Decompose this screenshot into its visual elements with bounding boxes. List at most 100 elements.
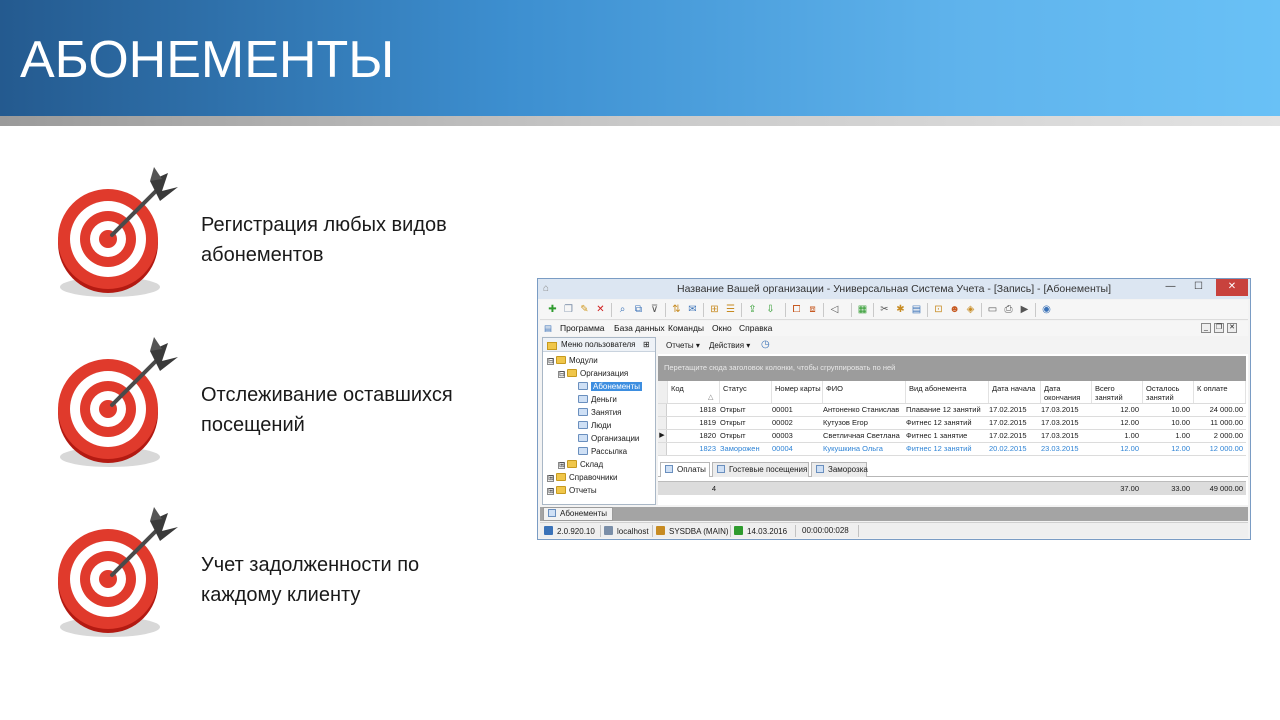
- close-button[interactable]: ✕: [1216, 279, 1248, 296]
- pin-icon[interactable]: ⊞: [643, 340, 650, 349]
- find-next-icon[interactable]: ⧉: [632, 303, 645, 316]
- column-header[interactable]: Всего занятий: [1092, 381, 1143, 403]
- tools-icon[interactable]: ✂: [878, 303, 891, 316]
- column-header[interactable]: Вид абонемента: [906, 381, 989, 403]
- cell-code: 1823: [699, 444, 716, 453]
- lock-icon[interactable]: ⊡: [932, 303, 945, 316]
- table-row[interactable]: 1819 Открыт 00002 Кутузов Егор Фитнес 12…: [658, 416, 1246, 429]
- edit-icon[interactable]: ✎: [578, 303, 591, 316]
- expander-icon[interactable]: ⊞: [547, 475, 554, 482]
- sort-icon[interactable]: ⇅: [670, 303, 683, 316]
- document-tab-bar: Абонементы: [540, 507, 1248, 521]
- expander-icon[interactable]: ⊞: [558, 462, 565, 469]
- open-icon[interactable]: ⧠: [790, 303, 803, 316]
- column-header[interactable]: Статус: [720, 381, 772, 403]
- grid-footer: 4 37.00 33.00 49 000.00: [658, 481, 1246, 495]
- group-by-area[interactable]: Перетащите сюда заголовок колонки, чтобы…: [658, 356, 1246, 381]
- column-header[interactable]: ФИО: [823, 381, 906, 403]
- current-row-indicator: ▶: [658, 430, 667, 442]
- window-titlebar: ⌂ Название Вашей организации - Универсал…: [538, 279, 1250, 299]
- menu-bar: ▤ Программа База данных Команды Окно Спр…: [540, 321, 1248, 336]
- user-menu-header: Меню пользователя ⊞: [543, 338, 655, 352]
- tree-node-modules[interactable]: Модули: [556, 355, 598, 367]
- status-user: SYSDBA (MAIN): [656, 526, 729, 536]
- tree-icon[interactable]: ⊞: [708, 303, 721, 316]
- column-header[interactable]: Дата начала: [989, 381, 1041, 403]
- column-header[interactable]: Дата окончания: [1041, 381, 1092, 403]
- menu-program[interactable]: Программа: [560, 323, 605, 333]
- cell-type: Фитнес 12 занятий: [906, 418, 972, 427]
- maximize-button[interactable]: ☐: [1185, 279, 1212, 296]
- user-menu-panel: Меню пользователя ⊞ ⊟ Модули ⊟ Организац…: [542, 337, 656, 505]
- menu-help[interactable]: Справка: [739, 323, 772, 333]
- table-icon[interactable]: ▦: [856, 303, 869, 316]
- menu-commands[interactable]: Команды: [668, 323, 704, 333]
- database-icon[interactable]: ◉: [1040, 303, 1053, 316]
- export-icon[interactable]: ⇪: [746, 303, 759, 316]
- import-icon[interactable]: ⇩: [764, 303, 777, 316]
- users-icon[interactable]: ☻: [948, 303, 961, 316]
- table-row[interactable]: ▶ 1820 Открыт 00003 Светличная Светлана …: [658, 429, 1246, 442]
- document-icon: [578, 395, 588, 403]
- cell-card: 00003: [772, 431, 793, 440]
- menu-database[interactable]: База данных: [614, 323, 665, 333]
- tree-node-people[interactable]: Люди: [578, 420, 611, 432]
- status-host: localhost: [604, 526, 649, 536]
- tree-node-organizations[interactable]: Организации: [578, 433, 639, 445]
- document-icon: [578, 382, 588, 390]
- cell-remaining: 10.00: [1171, 405, 1190, 414]
- copy-icon[interactable]: ❐: [562, 303, 575, 316]
- mdi-restore-button[interactable]: ❐: [1214, 323, 1224, 333]
- tree-node-subscriptions[interactable]: Абонементы: [578, 381, 643, 393]
- refresh-icon[interactable]: ◷: [761, 339, 770, 350]
- table-row[interactable]: 1818 Открыт 00001 Антоненко Станислав Пл…: [658, 403, 1246, 416]
- money-icon[interactable]: ◈: [964, 303, 977, 316]
- tree-node-money[interactable]: Деньги: [578, 394, 617, 406]
- calendar-icon[interactable]: ▭: [986, 303, 999, 316]
- comment-icon[interactable]: ✉: [686, 303, 699, 316]
- mdi-close-button[interactable]: ✕: [1227, 323, 1237, 333]
- expander-icon[interactable]: ⊟: [558, 371, 565, 378]
- tree-node-classes[interactable]: Занятия: [578, 407, 622, 419]
- minimize-button[interactable]: —: [1157, 279, 1184, 296]
- delete-icon[interactable]: ✕: [594, 303, 607, 316]
- window-icon[interactable]: ⧈: [806, 303, 819, 316]
- column-header[interactable]: Номер карты: [772, 381, 823, 403]
- bullet-item: Регистрация любых видов абонементов: [50, 165, 530, 305]
- document-icon: [665, 465, 673, 473]
- tree-node-reports[interactable]: Отчеты: [556, 485, 597, 497]
- folder-icon: [567, 460, 577, 468]
- tab-payments[interactable]: Оплаты: [660, 462, 710, 477]
- document-icon: [578, 421, 588, 429]
- print-icon[interactable]: ⎙: [1002, 303, 1015, 316]
- history-icon[interactable]: ◁: [828, 303, 841, 316]
- detail-tabs: Оплаты Гостевые посещения Заморозка: [658, 461, 1248, 477]
- bullet-item: Отслеживание оставшихся посещений: [50, 335, 530, 475]
- media-icon[interactable]: ▶: [1018, 303, 1031, 316]
- chart-icon[interactable]: ▤: [910, 303, 923, 316]
- tree-node-mailing[interactable]: Рассылка: [578, 446, 627, 458]
- calendar-icon: [734, 526, 743, 535]
- expander-icon[interactable]: ⊟: [547, 358, 554, 365]
- settings-icon[interactable]: ✱: [894, 303, 907, 316]
- filter-icon[interactable]: ⊽: [648, 303, 661, 316]
- column-header[interactable]: К оплате: [1194, 381, 1246, 403]
- tree-node-organization[interactable]: Организация: [567, 368, 628, 380]
- menu-window[interactable]: Окно: [712, 323, 732, 333]
- tree-node-warehouse[interactable]: Склад: [567, 459, 603, 471]
- tab-guest-visits[interactable]: Гостевые посещения: [712, 462, 809, 477]
- column-header[interactable]: Осталось занятий: [1143, 381, 1194, 403]
- cell-remaining: 12.00: [1171, 444, 1190, 453]
- expander-icon[interactable]: ⊞: [547, 488, 554, 495]
- list-icon[interactable]: ☰: [724, 303, 737, 316]
- mdi-minimize-button[interactable]: _: [1201, 323, 1211, 333]
- add-icon[interactable]: ✚: [546, 303, 559, 316]
- table-row[interactable]: 1823 Заморожен 00004 Кукушкина Ольга Фит…: [658, 442, 1246, 455]
- tab-freeze[interactable]: Заморозка: [811, 462, 868, 477]
- reports-dropdown[interactable]: Отчеты ▾: [666, 341, 700, 350]
- tree-node-references[interactable]: Справочники: [556, 472, 617, 484]
- tab-subscriptions-document[interactable]: Абонементы: [543, 507, 613, 521]
- actions-dropdown[interactable]: Действия ▾: [709, 341, 750, 350]
- cell-end: 17.03.2015: [1041, 418, 1079, 427]
- search-icon[interactable]: ⌕: [616, 303, 629, 316]
